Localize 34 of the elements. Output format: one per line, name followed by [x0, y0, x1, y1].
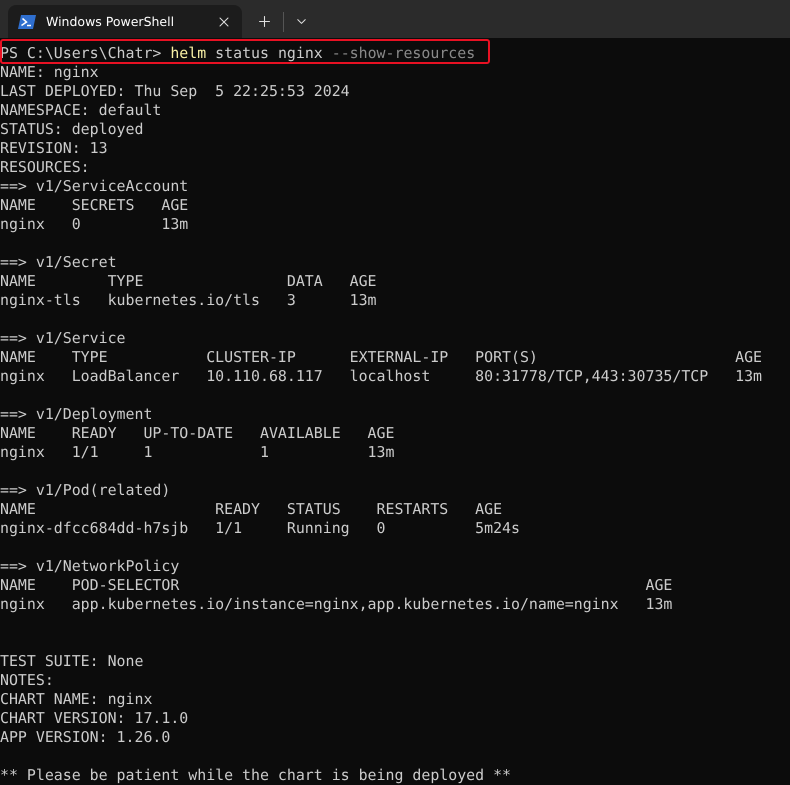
output-line: ** Please be patient while the chart is being deployed ** — [0, 766, 512, 784]
output-line: nginx-tls kubernetes.io/tls 3 13m — [0, 291, 377, 309]
output-line: NAME SECRETS AGE — [0, 196, 188, 214]
output-line: ==> v1/NetworkPolicy — [0, 557, 180, 575]
output-line: nginx LoadBalancer 10.110.68.117 localhost 80:31778/TCP,443:30735/TCP 13m — [0, 367, 762, 385]
output-line: STATUS: deployed — [0, 120, 144, 138]
output-line: ==> v1/Secret — [0, 253, 117, 271]
output-line: NAME POD-SELECTOR AGE — [0, 576, 672, 594]
new-tab-icon[interactable] — [256, 13, 273, 30]
output-line: ==> v1/ServiceAccount — [0, 177, 188, 195]
output-line: nginx 0 13m — [0, 215, 188, 233]
output-line: REVISION: 13 — [0, 139, 108, 157]
output-line: NOTES: — [0, 671, 54, 689]
output-line: nginx-dfcc684dd-h7sjb 1/1 Running 0 5m24s — [0, 519, 520, 537]
output-line: NAME TYPE CLUSTER-IP EXTERNAL-IP PORT(S) AGE — [0, 348, 762, 366]
output-line: APP VERSION: 1.26.0 — [0, 728, 170, 746]
output-line: CHART VERSION: 17.1.0 — [0, 709, 188, 727]
output-line: CHART NAME: nginx — [0, 690, 152, 708]
output-line: ==> v1/Service — [0, 329, 126, 347]
output-line: NAME TYPE DATA AGE — [0, 272, 377, 290]
output-line: ==> v1/Deployment — [0, 405, 152, 423]
output-line: LAST DEPLOYED: Thu Sep 5 22:25:53 2024 — [0, 82, 350, 100]
output-line: nginx app.kubernetes.io/instance=nginx,app.kubernetes.io/name=nginx 13m — [0, 595, 672, 613]
output-line: NAME READY STATUS RESTARTS AGE — [0, 500, 502, 518]
output-line: NAMESPACE: default — [0, 101, 162, 119]
output-line: NAME: nginx — [0, 63, 99, 81]
tab-title: Windows PowerShell — [46, 14, 176, 29]
output-line: NAME READY UP-TO-DATE AVAILABLE AGE — [0, 424, 394, 442]
powershell-icon — [18, 14, 36, 28]
output-line: RESOURCES: — [0, 158, 90, 176]
output-line: TEST SUITE: None — [0, 652, 144, 670]
output-line: nginx 1/1 1 1 13m — [0, 443, 394, 461]
terminal-tab[interactable]: Windows PowerShell — [8, 5, 242, 38]
output-line: ==> v1/Pod(related) — [0, 481, 170, 499]
